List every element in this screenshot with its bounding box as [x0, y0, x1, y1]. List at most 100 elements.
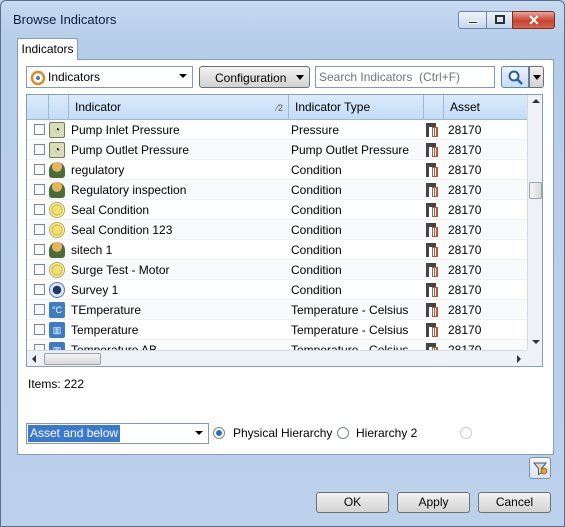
scope-combo-value: Asset and below — [28, 425, 121, 442]
indicators-grid: Indicator ⁄2 Indicator Type Asset ◔ Pump … — [26, 94, 543, 367]
window-title: Browse Indicators — [13, 12, 117, 27]
scroll-down-icon[interactable] — [532, 340, 540, 344]
tool-icon[interactable] — [424, 322, 440, 338]
physical-hierarchy-radio[interactable] — [213, 427, 225, 439]
table-row[interactable]: Seal Condition 123 Condition 28170 — [27, 220, 527, 240]
tool-icon[interactable] — [424, 202, 440, 218]
gauge-icon: ◔ — [49, 122, 65, 138]
scroll-right-icon[interactable] — [517, 355, 521, 363]
row-checkbox[interactable] — [34, 184, 45, 195]
condition-icon — [49, 222, 65, 238]
indicator-name: Regulatory inspection — [71, 183, 187, 197]
row-checkbox[interactable] — [34, 164, 45, 175]
row-checkbox[interactable] — [34, 244, 45, 255]
icon-column-header[interactable] — [49, 95, 69, 119]
minimize-icon — [468, 21, 478, 24]
indicator-type: Condition — [291, 223, 342, 237]
search-input[interactable] — [315, 66, 495, 88]
asset-id: 28170 — [448, 303, 482, 317]
indicator-name: Temperature — [71, 323, 139, 337]
table-row[interactable]: ◔ Pump Inlet Pressure Pressure 28170 — [27, 120, 527, 140]
table-row[interactable]: °C TEmperature Temperature - Celsius 28170 — [27, 300, 527, 320]
vertical-scroll-thumb[interactable] — [529, 182, 542, 199]
indicator-name: Pump Outlet Pressure — [71, 143, 190, 157]
asset-id: 28170 — [448, 263, 482, 277]
filter-button[interactable] — [529, 457, 551, 479]
table-row[interactable]: regulatory Condition 28170 — [27, 160, 527, 180]
indicator-name: regulatory — [71, 163, 125, 177]
close-button[interactable]: ✕ — [512, 11, 555, 29]
person-icon — [49, 242, 65, 258]
table-row[interactable]: Regulatory inspection Condition 28170 — [27, 180, 527, 200]
tool-icon[interactable] — [424, 122, 440, 138]
column-header-indicator[interactable]: Indicator ⁄2 — [69, 95, 289, 119]
row-checkbox[interactable] — [34, 284, 45, 295]
tool-icon[interactable] — [424, 162, 440, 178]
indicator-type: Condition — [291, 183, 342, 197]
condition-icon — [49, 202, 65, 218]
table-row[interactable]: Seal Condition Condition 28170 — [27, 200, 527, 220]
cancel-button[interactable]: Cancel — [478, 492, 551, 513]
tool-icon[interactable] — [424, 182, 440, 198]
row-checkbox[interactable] — [34, 204, 45, 215]
chevron-down-icon — [533, 75, 541, 80]
ok-button[interactable]: OK — [316, 492, 389, 513]
scope-combo[interactable]: Asset and below — [26, 423, 209, 444]
title-bar[interactable]: Browse Indicators ✕ — [1, 1, 564, 35]
indicator-type: Condition — [291, 163, 342, 177]
tool-icon[interactable] — [424, 262, 440, 278]
horizontal-scroll-thumb[interactable] — [44, 353, 101, 365]
row-checkbox[interactable] — [34, 224, 45, 235]
configuration-label: Configuration — [215, 71, 287, 85]
hierarchy-2-label: Hierarchy 2 — [356, 426, 418, 440]
table-row[interactable]: Survey 1 Condition 28170 — [27, 280, 527, 300]
select-column-header[interactable] — [27, 95, 49, 119]
table-row[interactable]: sitech 1 Condition 28170 — [27, 240, 527, 260]
asset-id: 28170 — [448, 163, 482, 177]
tab-indicators[interactable]: Indicators — [17, 38, 78, 60]
search-button[interactable] — [501, 66, 529, 88]
indicator-kind-combo[interactable]: Indicators — [26, 66, 193, 88]
tool-column-header[interactable] — [424, 95, 444, 119]
survey-icon — [49, 282, 65, 298]
physical-hierarchy-label: Physical Hierarchy — [233, 426, 333, 440]
hierarchy-2-radio[interactable] — [337, 427, 349, 439]
horizontal-scrollbar[interactable] — [27, 350, 527, 366]
tool-icon[interactable] — [424, 222, 440, 238]
row-checkbox[interactable] — [34, 264, 45, 275]
asset-id: 28170 — [448, 203, 482, 217]
filter-icon — [532, 462, 548, 476]
indicator-type: Temperature - Celsius — [291, 323, 409, 337]
column-header-indicator-type[interactable]: Indicator Type — [289, 95, 424, 119]
tool-icon[interactable] — [424, 282, 440, 298]
apply-button[interactable]: Apply — [397, 492, 470, 513]
browse-indicators-dialog: Browse Indicators ✕ Indicators Indicator… — [0, 0, 565, 527]
configuration-button[interactable]: Configuration — [199, 66, 310, 88]
indicators-icon — [30, 70, 46, 86]
tool-icon[interactable] — [424, 142, 440, 158]
column-header-asset[interactable]: Asset — [444, 95, 527, 119]
row-checkbox[interactable] — [34, 324, 45, 335]
table-row[interactable]: ◔ Pump Outlet Pressure Pump Outlet Pressur… — [27, 140, 527, 160]
person-icon — [49, 182, 65, 198]
close-icon: ✕ — [528, 12, 540, 28]
asset-id: 28170 — [448, 323, 482, 337]
row-checkbox[interactable] — [34, 144, 45, 155]
row-checkbox[interactable] — [34, 124, 45, 135]
scroll-left-icon[interactable] — [32, 355, 36, 363]
row-checkbox[interactable] — [34, 304, 45, 315]
vertical-scrollbar[interactable] — [527, 95, 542, 350]
minimize-button[interactable] — [458, 11, 487, 29]
items-count: Items: 222 — [28, 377, 85, 391]
tool-icon[interactable] — [424, 302, 440, 318]
sort-ascending-icon: ⁄2 — [276, 103, 283, 113]
table-row[interactable]: Surge Test - Motor Condition 28170 — [27, 260, 527, 280]
grid-header: Indicator ⁄2 Indicator Type Asset — [27, 95, 527, 120]
maximize-button[interactable] — [486, 11, 513, 29]
tool-icon[interactable] — [424, 242, 440, 258]
table-row[interactable]: ▥ Temperature Temperature - Celsius 28170 — [27, 320, 527, 340]
search-options-button[interactable] — [529, 66, 544, 88]
scroll-up-icon[interactable] — [532, 99, 540, 103]
asset-id: 28170 — [448, 143, 482, 157]
hierarchy-3-radio[interactable] — [460, 427, 472, 439]
